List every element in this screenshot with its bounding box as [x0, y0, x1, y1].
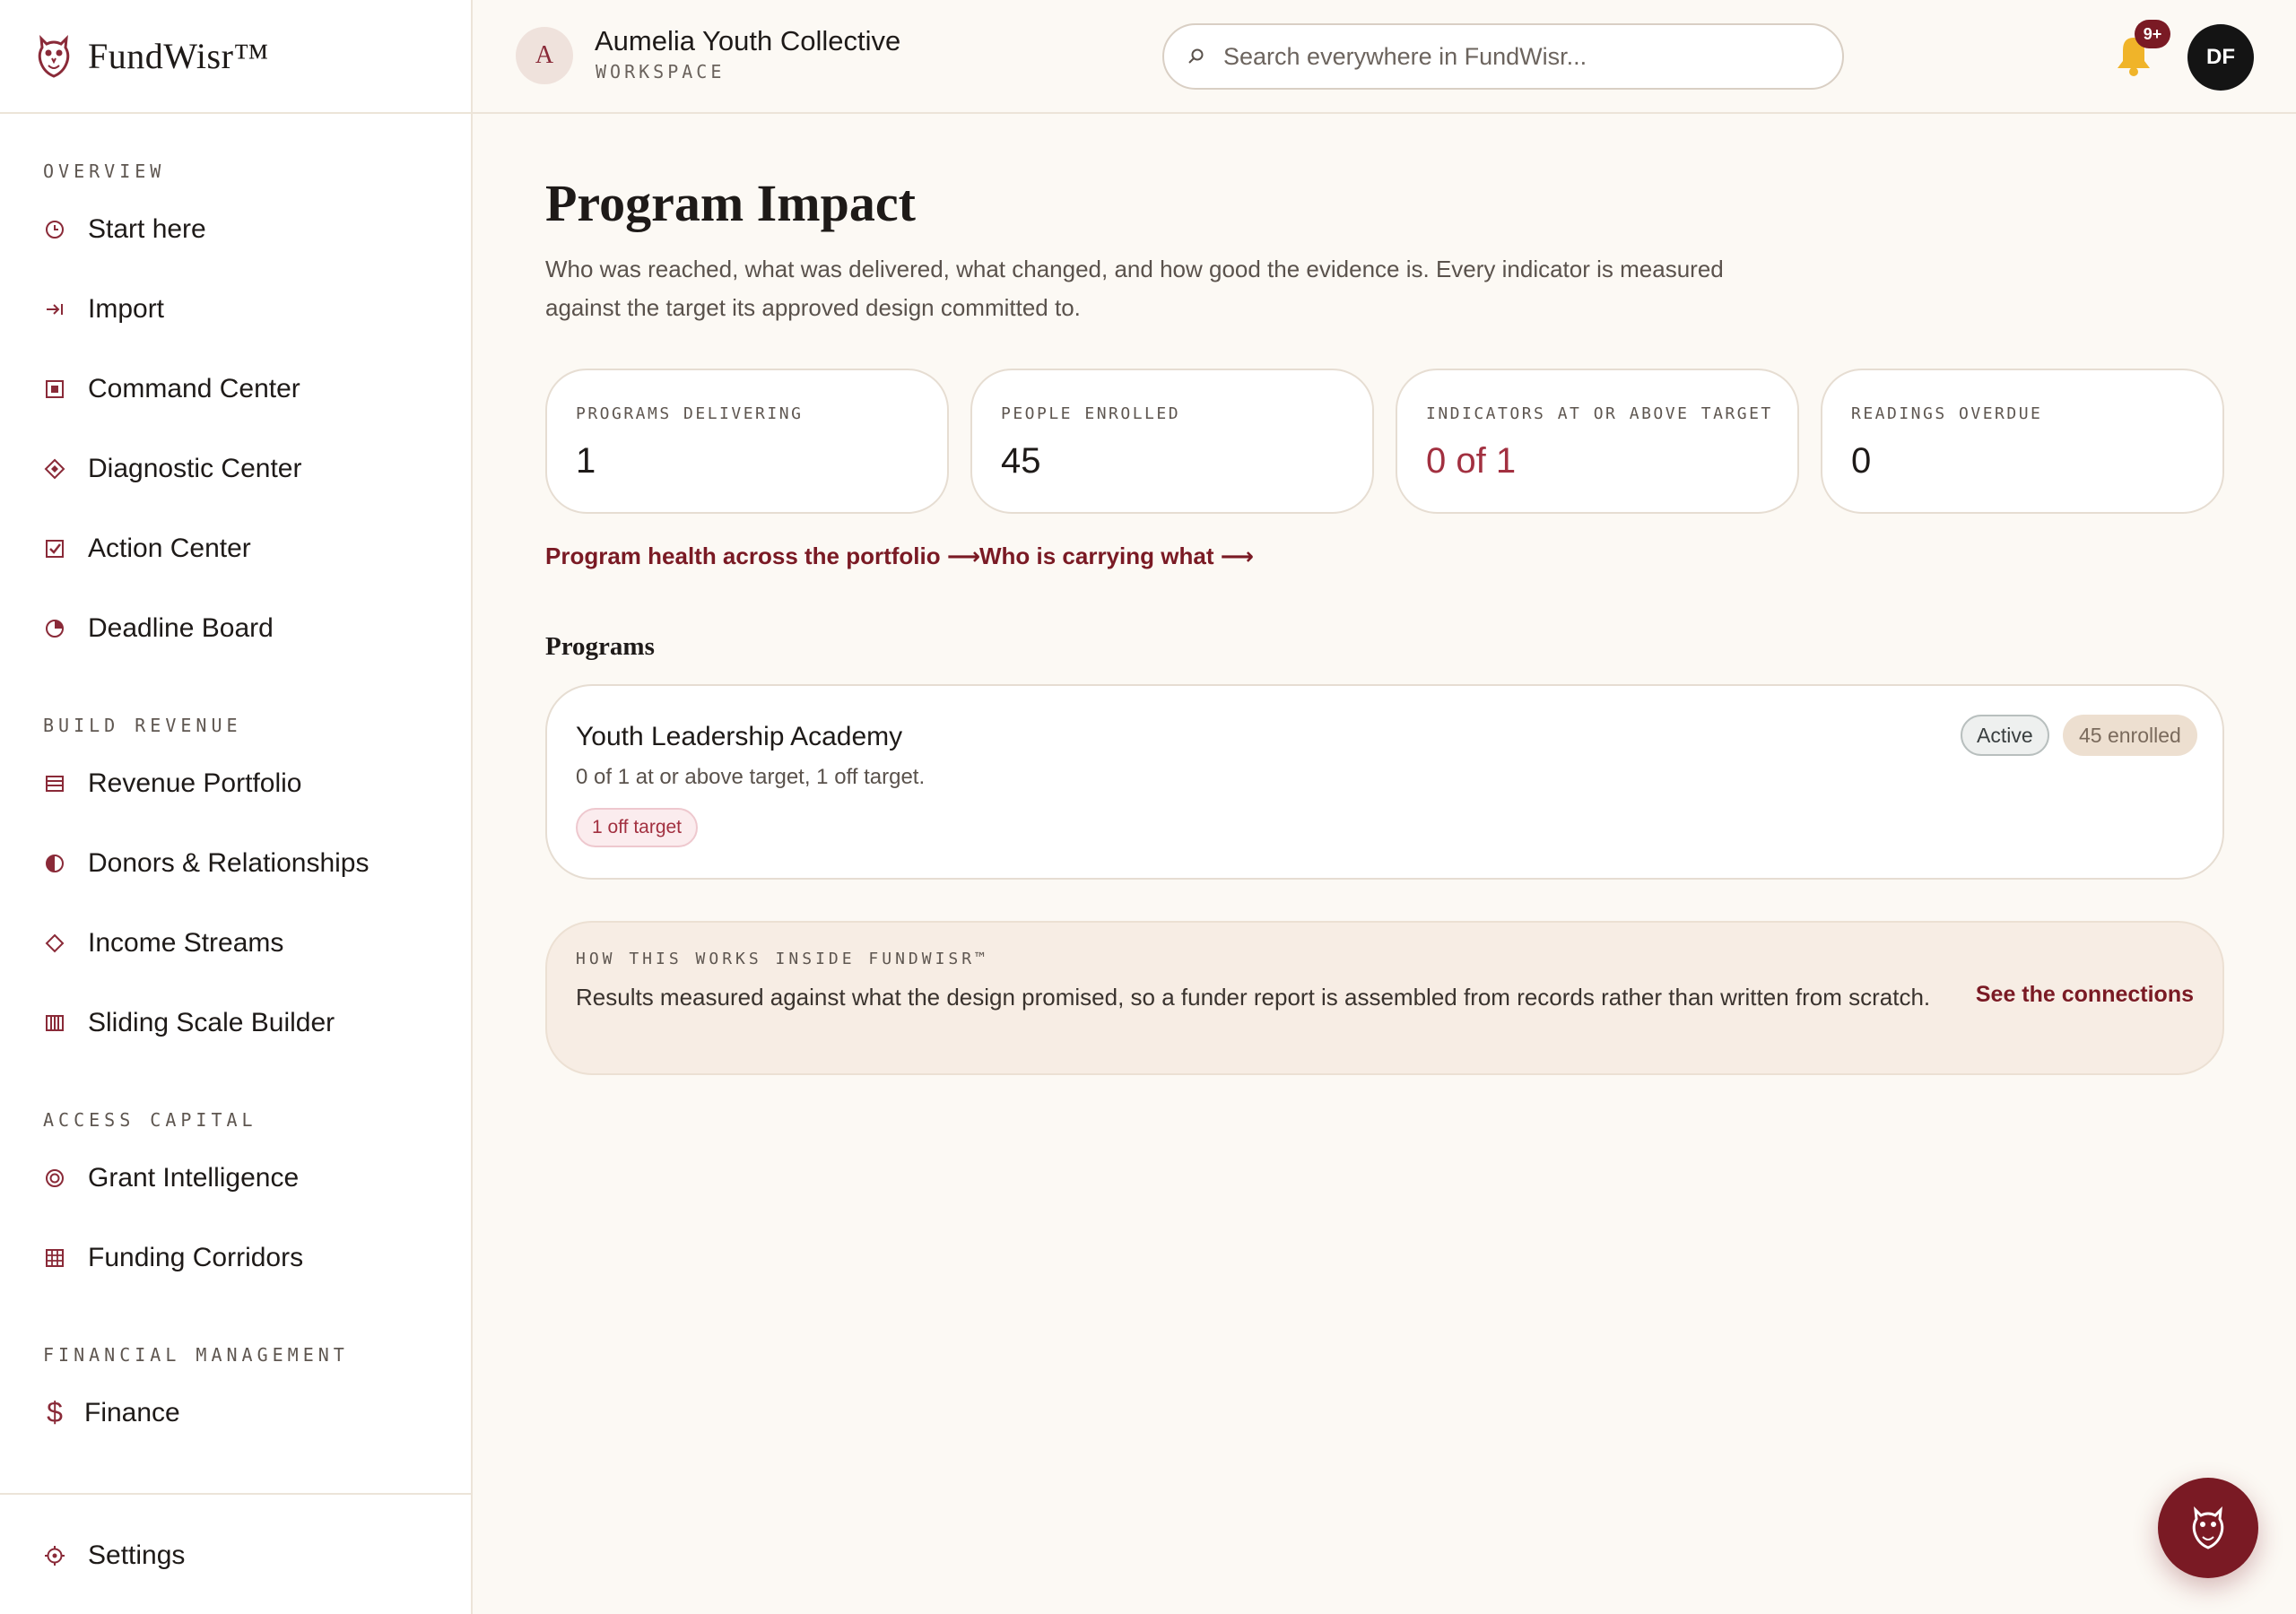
- grid-icon: [43, 1246, 66, 1270]
- sidebar-item-settings[interactable]: Settings: [0, 1495, 471, 1614]
- search-input[interactable]: [1223, 42, 1797, 71]
- list-icon: [43, 772, 66, 795]
- sidebar-item-command-center[interactable]: Command Center: [0, 349, 471, 429]
- columns-icon: [43, 1011, 66, 1035]
- workspace-label: WORKSPACE: [596, 61, 726, 82]
- stat-card-programs: PROGRAMS DELIVERING 1: [545, 369, 949, 514]
- sidebar-footer: Settings: [0, 1493, 471, 1614]
- sidebar-item-label: Revenue Portfolio: [88, 768, 302, 798]
- sidebar-item-grant-intelligence[interactable]: Grant Intelligence: [0, 1138, 471, 1218]
- sidebar-item-label: Action Center: [88, 533, 251, 563]
- owl-logo-icon: [38, 34, 70, 78]
- sidebar-item-import[interactable]: Import: [0, 269, 471, 349]
- brand[interactable]: FundWisr™: [0, 0, 471, 114]
- half-circle-icon: [43, 852, 66, 875]
- sidebar-item-action-center[interactable]: Action Center: [0, 508, 471, 588]
- sidebar-item-donors[interactable]: Donors & Relationships: [0, 823, 471, 903]
- section-title-build-revenue: BUILD REVENUE: [43, 715, 242, 736]
- stat-card-overdue: READINGS OVERDUE 0: [1821, 369, 2224, 514]
- how-it-works-card: HOW THIS WORKS INSIDE FUNDWISR™ Results …: [545, 921, 2224, 1075]
- clock-icon: [43, 218, 66, 241]
- program-card[interactable]: Youth Leadership Academy 0 of 1 at or ab…: [545, 684, 2224, 880]
- sidebar-item-label: Grant Intelligence: [88, 1162, 300, 1193]
- sidebar-item-label: Diagnostic Center: [88, 453, 302, 483]
- stat-label: PROGRAMS DELIVERING: [576, 404, 804, 423]
- sidebar-item-label: Donors & Relationships: [88, 847, 370, 878]
- sidebar-item-label: Income Streams: [88, 927, 284, 958]
- diamond-dot-icon: [43, 457, 66, 481]
- sidebar-item-income-streams[interactable]: Income Streams: [0, 903, 471, 983]
- portfolio-health-link[interactable]: Program health across the portfolio ⟶: [545, 542, 980, 570]
- section-title-access-capital: ACCESS CAPITAL: [43, 1109, 257, 1131]
- sidebar-item-label: Start here: [88, 213, 206, 244]
- status-badge: Active: [1961, 715, 2049, 756]
- sidebar-item-start-here[interactable]: Start here: [0, 189, 471, 269]
- page-title: Program Impact: [545, 174, 916, 232]
- enrolled-badge: 45 enrolled: [2063, 715, 2197, 756]
- settings-label: Settings: [88, 1540, 186, 1570]
- top-header: A Aumelia Youth Collective WORKSPACE 9+ …: [473, 0, 2296, 114]
- stat-value: 45: [1001, 441, 1041, 481]
- who-carrying-link[interactable]: Who is carrying what ⟶: [979, 542, 1254, 570]
- stat-label: PEOPLE ENROLLED: [1001, 404, 1181, 423]
- program-name: Youth Leadership Academy: [576, 722, 903, 751]
- sidebar: FundWisr™ OVERVIEW Start here Import Com…: [0, 0, 473, 1614]
- page-description: Who was reached, what was delivered, wha…: [545, 256, 1724, 321]
- gear-icon: [43, 1544, 66, 1567]
- sidebar-item-finance[interactable]: $ Finance: [0, 1373, 471, 1453]
- workspace-name[interactable]: Aumelia Youth Collective: [595, 25, 900, 57]
- target-icon: [43, 1167, 66, 1190]
- stat-label: READINGS OVERDUE: [1851, 404, 2043, 423]
- diamond-icon: [43, 932, 66, 955]
- sidebar-item-sliding-scale[interactable]: Sliding Scale Builder: [0, 983, 471, 1063]
- import-arrow-icon: [43, 298, 66, 321]
- user-avatar[interactable]: DF: [2187, 24, 2254, 91]
- sidebar-item-funding-corridors[interactable]: Funding Corridors: [0, 1218, 471, 1297]
- programs-heading: Programs: [545, 632, 655, 661]
- sidebar-item-label: Finance: [84, 1397, 180, 1427]
- sidebar-item-diagnostic-center[interactable]: Diagnostic Center: [0, 429, 471, 508]
- sidebar-item-revenue-portfolio[interactable]: Revenue Portfolio: [0, 743, 471, 823]
- workspace-avatar[interactable]: A: [516, 27, 573, 84]
- sidebar-item-label: Sliding Scale Builder: [88, 1007, 335, 1037]
- stat-card-enrolled: PEOPLE ENROLLED 45: [970, 369, 1374, 514]
- stat-value: 0: [1851, 441, 1872, 481]
- stat-value: 0 of 1: [1426, 441, 1517, 481]
- section-title-financial-management: FINANCIAL MANAGEMENT: [43, 1344, 349, 1366]
- owl-icon: [2192, 1506, 2224, 1549]
- sidebar-item-label: Funding Corridors: [88, 1242, 304, 1272]
- sidebar-item-label: Deadline Board: [88, 612, 274, 643]
- notification-badge: 9+: [2135, 20, 2170, 48]
- off-target-chip: 1 off target: [576, 808, 699, 847]
- section-title-overview: OVERVIEW: [43, 161, 166, 182]
- info-text: Results measured against what the design…: [576, 984, 1931, 1011]
- stat-value: 1: [576, 441, 596, 481]
- stat-label: INDICATORS AT OR ABOVE TARGET: [1426, 404, 1773, 423]
- sidebar-item-label: Command Center: [88, 373, 300, 404]
- brand-name: FundWisr™: [88, 36, 270, 76]
- assistant-button[interactable]: [2158, 1478, 2258, 1578]
- stat-card-indicators: INDICATORS AT OR ABOVE TARGET 0 of 1: [1396, 369, 1799, 514]
- search-icon: [1188, 48, 1204, 64]
- dollar-icon: $: [47, 1396, 63, 1428]
- stats-row: PROGRAMS DELIVERING 1 PEOPLE ENROLLED 45…: [545, 369, 2224, 514]
- program-summary: 0 of 1 at or above target, 1 off target.: [576, 765, 926, 789]
- sidebar-item-deadline-board[interactable]: Deadline Board: [0, 588, 471, 668]
- square-target-icon: [43, 377, 66, 401]
- sidebar-nav: OVERVIEW Start here Import Command Cente…: [0, 114, 471, 1453]
- pie-icon: [43, 617, 66, 640]
- see-connections-link[interactable]: See the connections: [1976, 982, 2194, 1008]
- sidebar-item-label: Import: [88, 293, 165, 324]
- info-label: HOW THIS WORKS INSIDE FUNDWISR™: [576, 950, 988, 968]
- checkbox-icon: [43, 537, 66, 560]
- search-bar[interactable]: [1162, 23, 1844, 90]
